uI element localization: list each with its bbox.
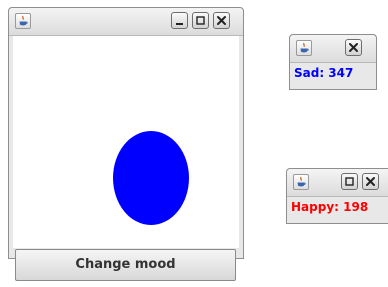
close-icon [366,177,375,186]
maximize-button[interactable] [192,12,209,29]
drawing-canvas [13,36,239,248]
desktop: { "main_window": { "button_label": "Chan… [0,0,388,287]
java-app-icon[interactable] [293,174,309,190]
java-app-icon[interactable] [296,40,312,56]
maximize-icon [345,177,354,186]
sad-window-titlebar[interactable] [290,35,376,63]
minimize-button[interactable] [171,12,188,29]
minimize-icon [176,23,183,25]
happy-counter-window: Happy: 198 [286,168,388,224]
main-window: Change mood [8,7,244,281]
close-icon [217,16,226,25]
close-button[interactable] [362,173,379,190]
maximize-button[interactable] [341,173,358,190]
change-mood-button[interactable]: Change mood [15,249,236,281]
happy-count-label: Happy: 198 [291,200,369,214]
mood-shape [113,131,189,225]
sad-counter-window: Sad: 347 [289,34,377,90]
close-icon [349,43,358,52]
main-window-titlebar[interactable] [9,8,243,36]
java-app-icon[interactable] [15,13,31,29]
close-button[interactable] [345,39,362,56]
happy-window-titlebar[interactable] [287,169,388,197]
sad-count-label: Sad: 347 [294,66,354,80]
maximize-icon [196,16,205,25]
close-button[interactable] [213,12,230,29]
